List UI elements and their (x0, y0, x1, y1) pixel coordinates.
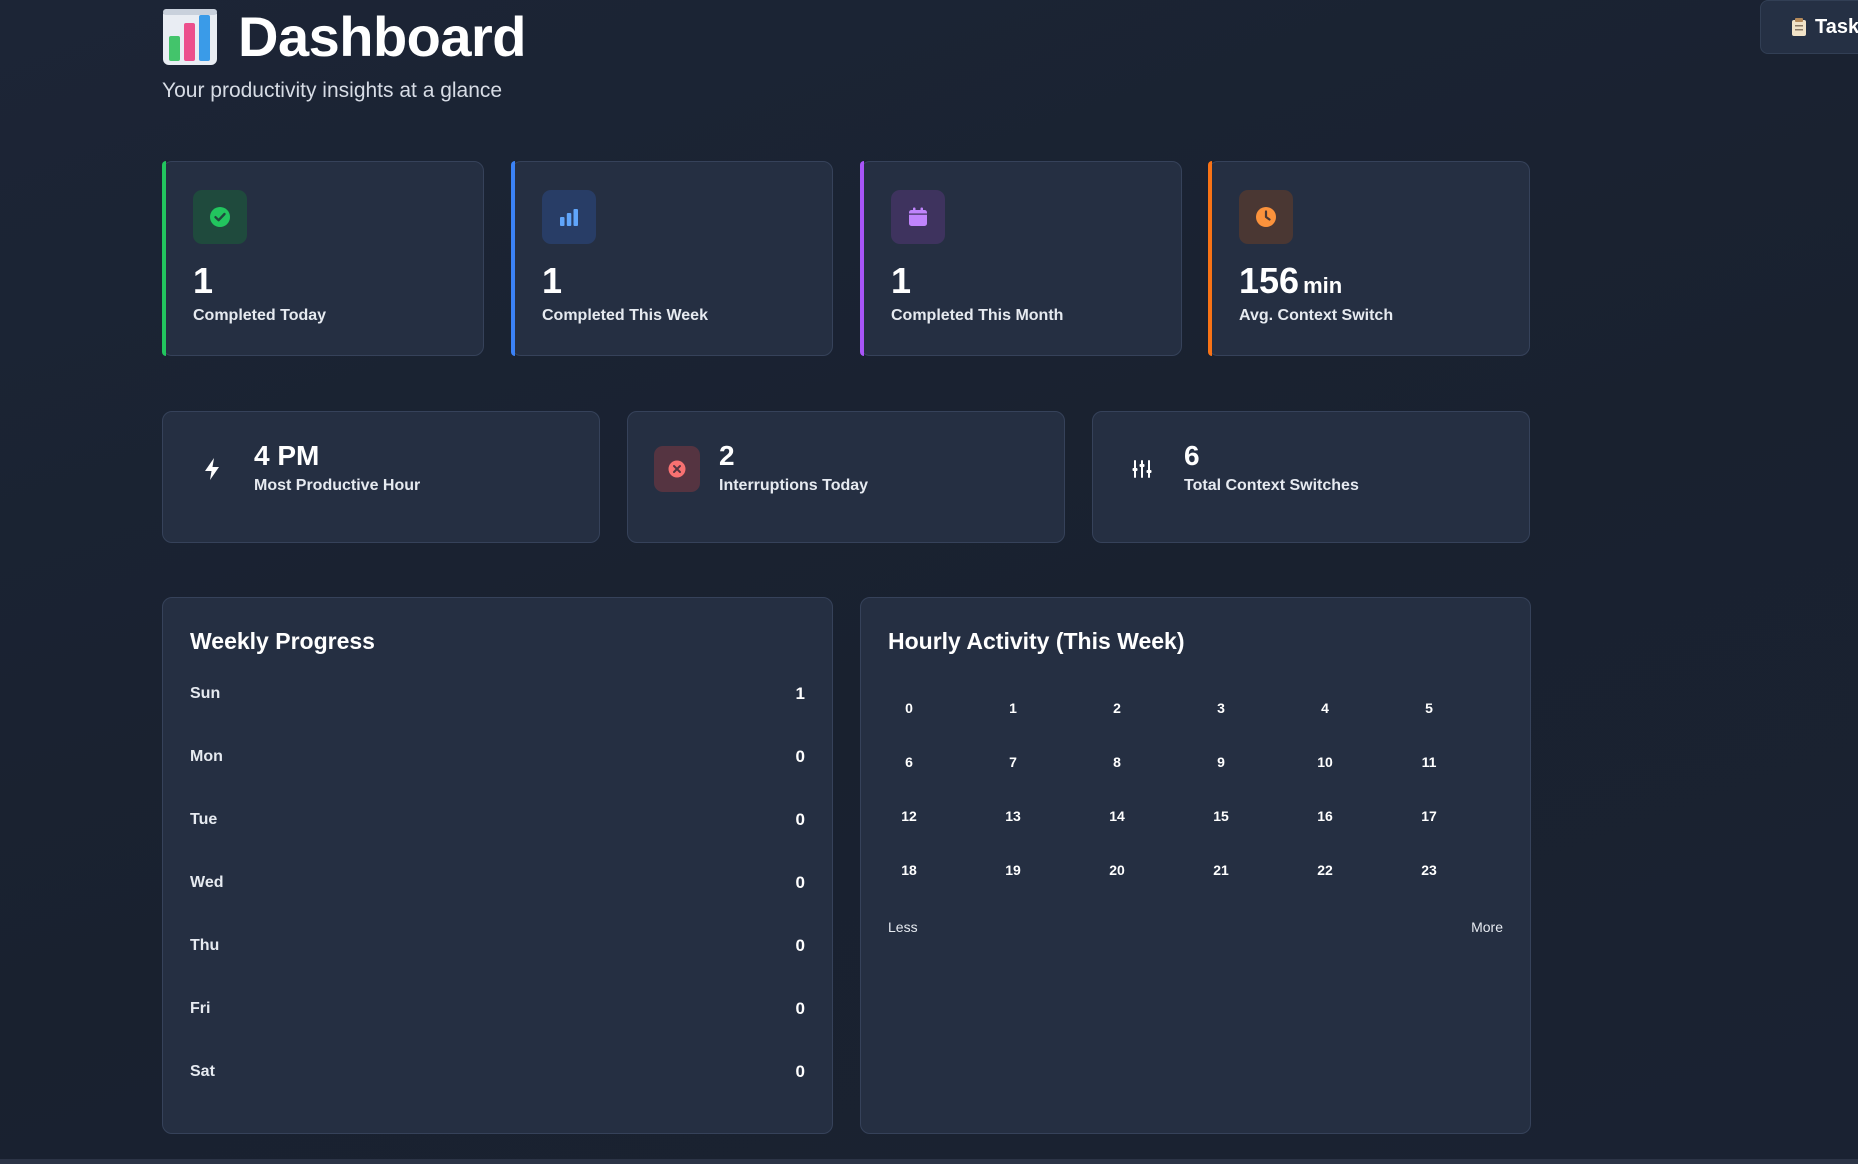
weekly-progress-title: Weekly Progress (190, 628, 375, 654)
accent-bar (1208, 161, 1212, 356)
stat-label: Avg. Context Switch (1239, 307, 1394, 324)
legend-less: Less (888, 919, 918, 935)
mini-label: Total Context Switches (1184, 477, 1359, 494)
stat-label: Completed Today (193, 307, 327, 324)
task-button-label: Task (1815, 15, 1858, 38)
accent-bar (511, 161, 515, 356)
mini-label: Most Productive Hour (254, 477, 421, 494)
hour-cell-18[interactable]: 18 (879, 862, 939, 878)
stat-card-completed-month: 1 Completed This Month (860, 161, 1182, 356)
legend-more: More (1471, 919, 1503, 935)
bar-chart-emoji-icon (163, 8, 217, 65)
hourly-activity-panel: Hourly Activity (This Week) 0 1 2 3 4 5 … (860, 597, 1531, 1134)
mini-value: 4 PM (254, 440, 320, 471)
week-count: 0 (795, 810, 805, 829)
week-day: Mon (190, 748, 223, 765)
week-row-thu: Thu 0 (190, 934, 805, 958)
hour-cell-17[interactable]: 17 (1399, 808, 1459, 824)
stat-value: 1 (542, 260, 563, 301)
hour-cell-5[interactable]: 5 (1399, 700, 1459, 716)
stat-card-completed-today: 1 Completed Today (162, 161, 484, 356)
week-day: Tue (190, 811, 218, 828)
bottom-divider (0, 1159, 1858, 1164)
hour-cell-16[interactable]: 16 (1295, 808, 1355, 824)
hour-cell-7[interactable]: 7 (983, 754, 1043, 770)
hour-cell-3[interactable]: 3 (1191, 700, 1251, 716)
stat-label: Completed This Week (542, 307, 708, 324)
stat-card-completed-week: 1 Completed This Week (511, 161, 833, 356)
bar-chart-icon (542, 190, 596, 244)
hour-cell-9[interactable]: 9 (1191, 754, 1251, 770)
page-header: Dashboard Your productivity insights at … (162, 4, 527, 103)
stat-value: 1 (891, 260, 912, 301)
hour-cell-4[interactable]: 4 (1295, 700, 1355, 716)
stat-value: 1 (193, 260, 214, 301)
accent-bar (860, 161, 864, 356)
stat-value: 156 min (1239, 260, 1343, 301)
sliders-icon (1119, 446, 1165, 492)
week-day: Wed (190, 874, 224, 891)
mini-card-context-switches: 6 Total Context Switches (1092, 411, 1530, 543)
week-count: 1 (795, 684, 805, 703)
task-button[interactable]: Task (1760, 0, 1858, 54)
hour-cell-14[interactable]: 14 (1087, 808, 1147, 824)
mini-value: 2 (719, 440, 735, 471)
page-subtitle: Your productivity insights at a glance (162, 79, 503, 102)
mini-label: Interruptions Today (719, 477, 869, 494)
stat-label: Completed This Month (891, 307, 1064, 324)
weekly-progress-panel: Weekly Progress Sun 1 Mon 0 Tue 0 Wed 0 … (162, 597, 833, 1134)
week-count: 0 (795, 999, 805, 1018)
hour-cell-8[interactable]: 8 (1087, 754, 1147, 770)
hour-cell-13[interactable]: 13 (983, 808, 1043, 824)
hourly-activity-title: Hourly Activity (This Week) (888, 628, 1185, 654)
hour-cell-2[interactable]: 2 (1087, 700, 1147, 716)
week-day: Sat (190, 1063, 215, 1080)
hour-cell-20[interactable]: 20 (1087, 862, 1147, 878)
hour-cell-23[interactable]: 23 (1399, 862, 1459, 878)
hour-cell-12[interactable]: 12 (879, 808, 939, 824)
week-day: Fri (190, 1000, 211, 1017)
week-day: Thu (190, 937, 220, 954)
hour-cell-15[interactable]: 15 (1191, 808, 1251, 824)
clipboard-icon (1792, 18, 1806, 36)
hour-cell-11[interactable]: 11 (1399, 754, 1459, 770)
calendar-icon (891, 190, 945, 244)
dashboard-page: Dashboard Your productivity insights at … (0, 0, 1858, 1164)
week-row-sat: Sat 0 (190, 1060, 805, 1084)
week-count: 0 (795, 873, 805, 892)
mini-value: 6 (1184, 440, 1200, 471)
week-row-sun: Sun 1 (190, 682, 805, 706)
title-row: Dashboard (162, 4, 527, 69)
mini-card-productive-hour: 4 PM Most Productive Hour (162, 411, 600, 543)
check-circle-icon (193, 190, 247, 244)
hour-cell-19[interactable]: 19 (983, 862, 1043, 878)
week-count: 0 (795, 747, 805, 766)
stat-card-avg-context-switch: 156 min Avg. Context Switch (1208, 161, 1530, 356)
week-row-wed: Wed 0 (190, 871, 805, 895)
week-count: 0 (795, 1062, 805, 1081)
hour-cell-1[interactable]: 1 (983, 700, 1043, 716)
hour-cell-0[interactable]: 0 (879, 700, 939, 716)
page-title: Dashboard (238, 5, 527, 68)
clock-icon (1239, 190, 1293, 244)
x-circle-icon (654, 446, 700, 492)
hour-cell-10[interactable]: 10 (1295, 754, 1355, 770)
week-row-tue: Tue 0 (190, 808, 805, 832)
lightning-icon (189, 446, 235, 492)
hour-cell-21[interactable]: 21 (1191, 862, 1251, 878)
hour-cell-22[interactable]: 22 (1295, 862, 1355, 878)
week-row-fri: Fri 0 (190, 997, 805, 1021)
accent-bar (162, 161, 166, 356)
week-count: 0 (795, 936, 805, 955)
week-row-mon: Mon 0 (190, 745, 805, 769)
week-day: Sun (190, 685, 221, 702)
hour-cell-6[interactable]: 6 (879, 754, 939, 770)
mini-card-interruptions: 2 Interruptions Today (627, 411, 1065, 543)
